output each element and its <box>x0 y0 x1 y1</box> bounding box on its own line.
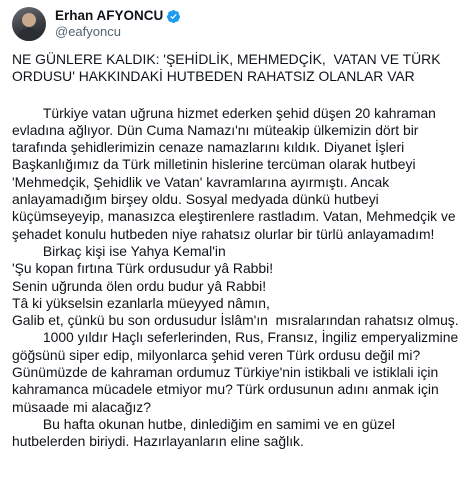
author-display-name[interactable]: Erhan AFYONCU <box>55 8 163 24</box>
post-paragraph-4: Bu hafta okunan hutbe, dinlediğim en sam… <box>12 415 399 450</box>
post-paragraph-2: Birkaç kişi ise Yahya Kemal'in <box>12 242 226 259</box>
poem-line-1: 'Şu kopan fırtına Türk ordusudur yâ Rabb… <box>12 260 274 277</box>
avatar[interactable] <box>12 7 46 41</box>
post-paragraph-3: 1000 yıldır Haçlı seferlerinden, Rus, Fr… <box>12 329 463 415</box>
author-info: Erhan AFYONCU @eafyoncu <box>55 8 181 40</box>
post-paragraph-1: Türkiye vatan uğruna hizmet ederken şehi… <box>12 104 460 242</box>
name-row: Erhan AFYONCU <box>55 8 181 24</box>
post-header: Erhan AFYONCU @eafyoncu <box>12 4 181 44</box>
poem-line-4: Galib et, çünkü bu son ordusudur İslâm'ı… <box>12 312 459 329</box>
poem-line-2: Senin uğrunda ölen ordu budur yâ Rabbi! <box>12 277 267 294</box>
poem-line-3: Tâ ki yükselsin ezanlarla müeyyed nâmın, <box>12 294 270 311</box>
post-headline: NE GÜNLERE KALDIK: 'ŞEHİDLİK, MEHMEDÇİK,… <box>12 51 445 85</box>
post-text: NE GÜNLERE KALDIK: 'ŞEHİDLİK, MEHMEDÇİK,… <box>12 51 464 451</box>
author-handle[interactable]: @eafyoncu <box>55 24 181 40</box>
verified-badge-icon <box>167 9 181 23</box>
